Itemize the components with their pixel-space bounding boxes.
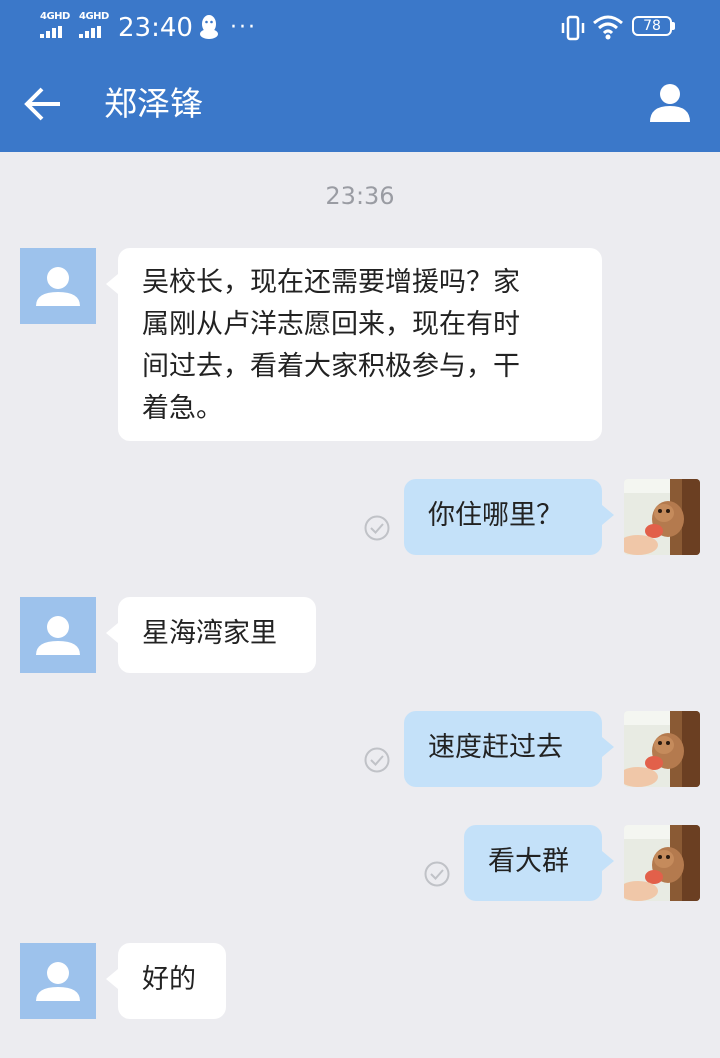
- nav-bar: 郑泽锋: [0, 56, 720, 152]
- contact-avatar[interactable]: [20, 597, 96, 673]
- default-avatar-icon: [36, 616, 80, 655]
- dog-photo-avatar: [624, 825, 700, 901]
- default-avatar-icon: [36, 962, 80, 1001]
- message-text: 好的: [142, 964, 196, 995]
- message-bubble-outgoing[interactable]: 速度赶过去: [404, 711, 614, 787]
- my-avatar[interactable]: [624, 479, 700, 555]
- message-bubble-outgoing[interactable]: 你住哪里？: [404, 479, 614, 555]
- contact-avatar[interactable]: [20, 248, 96, 324]
- message-timestamp: 23:36: [325, 182, 395, 210]
- app-header: 4GHD 4GHD 23:40 ··· 78 郑泽锋: [0, 0, 720, 152]
- status-bar: 4GHD 4GHD 23:40 ··· 78: [0, 0, 720, 56]
- read-check-icon: [364, 747, 390, 773]
- wifi-icon: [593, 15, 623, 40]
- contact-avatar[interactable]: [20, 943, 96, 1019]
- default-avatar-icon: [36, 267, 80, 306]
- message-text: 星海湾家里: [142, 618, 277, 649]
- battery-icon: 78: [632, 16, 676, 38]
- page-title: 郑泽锋: [104, 84, 203, 123]
- message-text: 你住哪里？: [428, 500, 563, 531]
- message-text-line: 间过去，看着大家积极参与，干: [142, 351, 520, 382]
- my-avatar[interactable]: [624, 711, 700, 787]
- message-bubble-incoming[interactable]: 吴校长，现在还需要增援吗？家 属刚从卢洋志愿回来，现在有时 间过去，看着大家积极…: [106, 248, 602, 441]
- message-text: 看大群: [488, 846, 569, 877]
- read-check-icon: [364, 515, 390, 541]
- message-text-line: 吴校长，现在还需要增援吗？家: [142, 267, 520, 298]
- message-bubble-incoming[interactable]: 星海湾家里: [106, 597, 316, 673]
- more-icon: ···: [230, 15, 257, 40]
- message-text-line: 属刚从卢洋志愿回来，现在有时: [142, 309, 520, 340]
- read-check-icon: [424, 861, 450, 887]
- qq-icon: [200, 15, 218, 39]
- dog-photo-avatar: [624, 711, 700, 787]
- signal-icon-sim2: 4GHD: [79, 12, 115, 40]
- signal-icon-sim1: 4GHD: [40, 12, 76, 40]
- dog-photo-avatar: [624, 479, 700, 555]
- my-avatar[interactable]: [624, 825, 700, 901]
- message-bubble-incoming[interactable]: 好的: [106, 943, 226, 1019]
- message-text: 速度赶过去: [428, 732, 563, 763]
- back-arrow-icon[interactable]: [22, 84, 64, 124]
- battery-level: 78: [643, 18, 661, 34]
- person-icon[interactable]: [648, 82, 692, 124]
- vibrate-icon: [561, 15, 585, 41]
- message-text-line: 着急。: [142, 393, 223, 424]
- status-time: 23:40: [118, 13, 193, 43]
- message-bubble-outgoing[interactable]: 看大群: [464, 825, 614, 901]
